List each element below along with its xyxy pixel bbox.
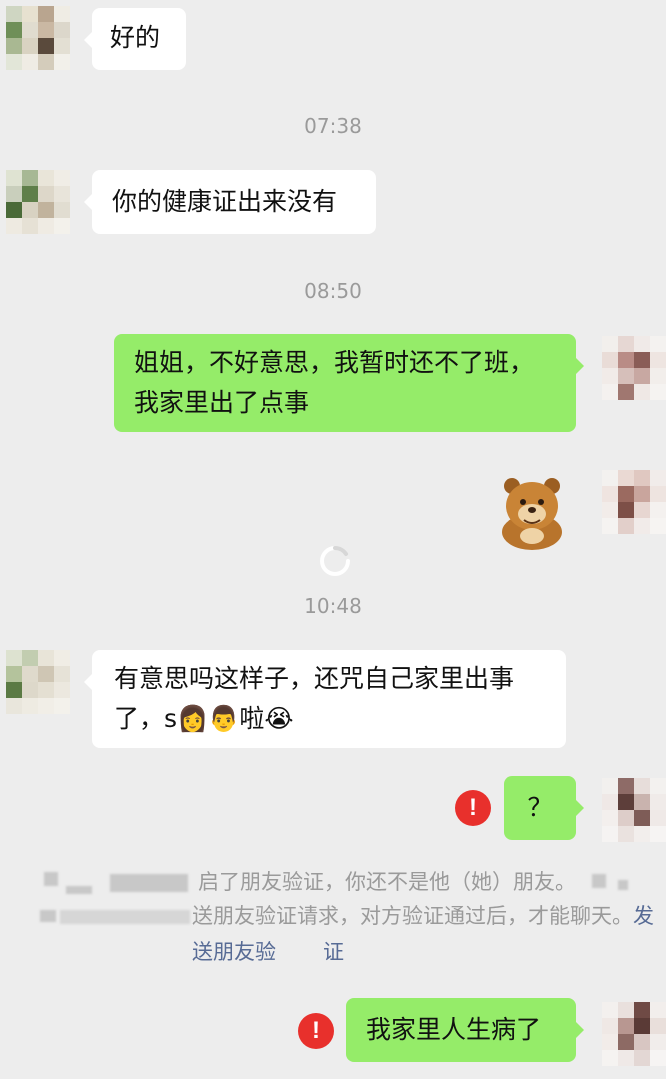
timestamp: 10:48 bbox=[304, 594, 362, 618]
avatar[interactable] bbox=[602, 778, 666, 842]
message-bubble-sent[interactable]: ？ bbox=[504, 776, 584, 840]
crying-emoji-icon: 😭 bbox=[264, 704, 294, 733]
message-text-tail: 啦 bbox=[239, 704, 265, 733]
message-bubble-received[interactable]: 你的健康证出来没有 bbox=[84, 170, 376, 234]
message-bubble-sent[interactable]: 姐姐，不好意思，我暂时还不了班，我家里出了点事 bbox=[114, 334, 584, 432]
message-text: ？ bbox=[527, 793, 553, 822]
loading-icon bbox=[320, 545, 350, 576]
timestamp: 07:38 bbox=[304, 114, 362, 138]
man-emoji-icon: 👨 bbox=[208, 704, 240, 733]
timestamp: 08:50 bbox=[304, 279, 362, 303]
message-text: 好的 bbox=[110, 23, 161, 52]
message-text: 你的健康证出来没有 bbox=[112, 187, 338, 216]
bear-sticker[interactable] bbox=[494, 472, 570, 552]
message-text: 我家里人生病了 bbox=[366, 1015, 542, 1044]
system-notice-line: 送朋友验证请求，对方验证通过后，才能聊天。发送朋友验 bbox=[192, 904, 654, 964]
avatar[interactable] bbox=[6, 650, 70, 714]
avatar[interactable] bbox=[602, 1002, 666, 1066]
avatar[interactable] bbox=[6, 6, 70, 70]
redacted-name bbox=[44, 872, 58, 886]
message-bubble-received[interactable]: 有意思吗这样子，还咒自己家里出事了，s👩👨啦😭 bbox=[84, 650, 566, 748]
avatar[interactable] bbox=[6, 170, 70, 234]
send-failed-icon[interactable]: ! bbox=[298, 1013, 334, 1049]
redacted-name bbox=[592, 874, 606, 888]
message-bubble-received[interactable]: 好的 bbox=[84, 8, 186, 70]
redacted-name bbox=[110, 874, 188, 892]
redacted-name bbox=[618, 880, 628, 890]
send-failed-icon[interactable]: ! bbox=[455, 790, 491, 826]
system-notice-line: 启了朋友验证，你还不是他（她）朋友。 bbox=[198, 870, 576, 894]
redacted-name bbox=[66, 886, 92, 894]
message-text: 姐姐，不好意思，我暂时还不了班，我家里出了点事 bbox=[134, 348, 535, 417]
avatar[interactable] bbox=[602, 336, 666, 400]
redacted-text bbox=[40, 910, 56, 922]
avatar[interactable] bbox=[602, 470, 666, 534]
message-bubble-sent[interactable]: 我家里人生病了 bbox=[346, 998, 584, 1062]
girl-emoji-icon: 👩 bbox=[177, 704, 209, 733]
redacted-text bbox=[60, 910, 190, 924]
message-text: 有意思吗这样子，还咒自己家里出事了，s bbox=[114, 664, 515, 733]
send-verification-link-continued[interactable]: 证 bbox=[323, 934, 344, 970]
